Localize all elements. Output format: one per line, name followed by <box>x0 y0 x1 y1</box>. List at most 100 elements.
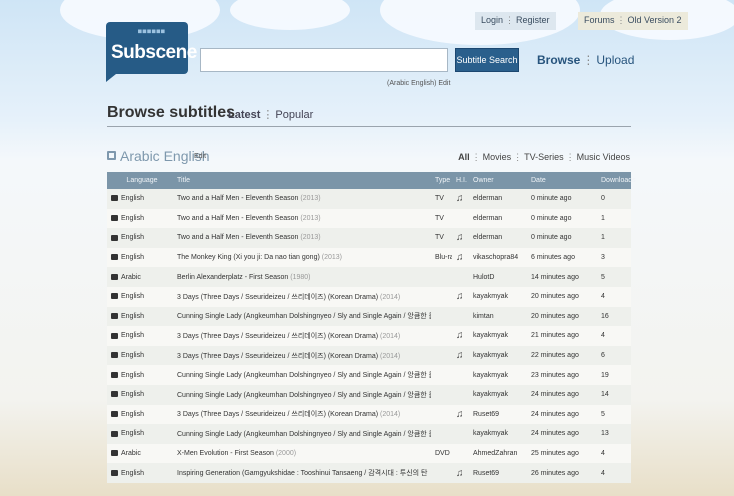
column-header[interactable]: Language <box>107 172 173 189</box>
owner-link[interactable]: AhmedZahran <box>469 443 527 464</box>
table-row[interactable]: English Cunning Single Lady (Angkeumhan D… <box>107 306 631 327</box>
login-link[interactable]: Login <box>481 15 503 25</box>
subtitle-search-button[interactable]: Subtitle Search <box>455 48 519 72</box>
title-cell[interactable]: Cunning Single Lady (Angkeumhan Dolshing… <box>173 365 431 385</box>
tab-latest[interactable]: Latest <box>228 109 260 121</box>
title-cell[interactable]: 3 Days (Three Days / Sseurideizeu / 쓰리데이… <box>173 345 431 366</box>
date-cell: 21 minutes ago <box>527 326 597 346</box>
section-edit-link[interactable]: Edit <box>194 153 206 160</box>
date-cell: 24 minutes ago <box>527 404 597 425</box>
table-row[interactable]: English 3 Days (Three Days / Sseurideizeu… <box>107 326 631 346</box>
language-cell: English <box>107 384 173 405</box>
logo-dots: ■■■■■■ <box>138 28 166 35</box>
title-cell[interactable]: 3 Days (Three Days / Sseurideizeu / 쓰리데이… <box>173 326 431 346</box>
table-row[interactable]: English Cunning Single Lady (Angkeumhan D… <box>107 384 631 405</box>
tab-popular[interactable]: Popular <box>275 109 313 121</box>
owner-link[interactable]: Ruset69 <box>469 463 527 483</box>
table-row[interactable]: English Cunning Single Lady (Angkeumhan D… <box>107 365 631 385</box>
subtitle-title-link[interactable]: Inspiring Generation (Gamgyukshidae : To… <box>177 470 428 477</box>
owner-link[interactable]: kimtan <box>469 306 527 327</box>
title-cell[interactable]: Two and a Half Men - Eleventh Season (20… <box>173 189 431 209</box>
table-row[interactable]: English 3 Days (Three Days / Sseurideizeu… <box>107 345 631 366</box>
hearing-impaired-icon <box>452 267 469 287</box>
owner-link[interactable]: elderman <box>469 189 527 209</box>
filter-tv-series[interactable]: TV-Series <box>524 152 564 162</box>
browse-link[interactable]: Browse <box>537 53 580 67</box>
column-header[interactable]: Downloads <box>597 172 636 189</box>
subtitle-title-link[interactable]: Two and a Half Men - Eleventh Season <box>177 234 298 241</box>
column-header[interactable]: Title <box>173 172 431 189</box>
title-cell[interactable]: Cunning Single Lady (Angkeumhan Dolshing… <box>173 424 431 444</box>
search-input[interactable] <box>200 48 448 72</box>
column-header[interactable]: Owner <box>469 172 527 189</box>
upload-link[interactable]: Upload <box>596 53 634 67</box>
owner-link[interactable]: kayakmyak <box>469 365 527 385</box>
table-row[interactable]: English Two and a Half Men - Eleventh Sea… <box>107 228 631 248</box>
table-row[interactable]: English Inspiring Generation (Gamgyukshid… <box>107 463 631 483</box>
owner-link[interactable]: Ruset69 <box>469 404 527 425</box>
subtitle-title-link[interactable]: Cunning Single Lady (Angkeumhan Dolshing… <box>177 392 431 399</box>
owner-link[interactable]: kayakmyak <box>469 424 527 444</box>
subtitle-title-link[interactable]: Berlin Alexanderplatz - First Season <box>177 274 288 281</box>
title-cell[interactable]: Cunning Single Lady (Angkeumhan Dolshing… <box>173 384 431 405</box>
owner-link[interactable]: elderman <box>469 228 527 248</box>
type-cell <box>431 306 452 327</box>
language-flag-icon <box>111 410 118 417</box>
title-cell[interactable]: 3 Days (Three Days / Sseurideizeu / 쓰리데이… <box>173 404 431 425</box>
language-cell: English <box>107 306 173 327</box>
owner-link[interactable]: vikaschopra84 <box>469 247 527 268</box>
subtitle-title-link[interactable]: 3 Days (Three Days / Sseurideizeu / 쓰리데이… <box>177 333 378 340</box>
title-cell[interactable]: Berlin Alexanderplatz - First Season (19… <box>173 267 431 287</box>
subtitle-title-link[interactable]: Cunning Single Lady (Angkeumhan Dolshing… <box>177 431 431 438</box>
table-row[interactable]: English Two and a Half Men - Eleventh Sea… <box>107 208 631 229</box>
subtitle-title-link[interactable]: 3 Days (Three Days / Sseurideizeu / 쓰리데이… <box>177 353 378 360</box>
hearing-impaired-icon: ♫ <box>452 189 469 209</box>
language-cell: English <box>107 365 173 385</box>
table-row[interactable]: English Two and a Half Men - Eleventh Sea… <box>107 189 631 209</box>
owner-link[interactable]: kayakmyak <box>469 345 527 366</box>
register-link[interactable]: Register <box>516 15 550 25</box>
hearing-impaired-icon: ♫ <box>452 286 469 307</box>
language-label: Arabic <box>121 273 141 281</box>
subtitle-title-link[interactable]: Cunning Single Lady (Angkeumhan Dolshing… <box>177 313 431 320</box>
owner-link[interactable]: HulotD <box>469 267 527 287</box>
subtitle-title-link[interactable]: The Monkey King (Xi you ji: Da nao tian … <box>177 254 320 261</box>
title-cell[interactable]: X-Men Evolution - First Season (2000) <box>173 443 431 464</box>
owner-link[interactable]: kayakmyak <box>469 384 527 405</box>
table-row[interactable]: Arabic Berlin Alexanderplatz - First Seas… <box>107 267 631 287</box>
column-header[interactable]: Type <box>431 172 452 189</box>
type-cell <box>431 463 452 483</box>
title-cell[interactable]: The Monkey King (Xi you ji: Da nao tian … <box>173 247 431 268</box>
table-row[interactable]: English 3 Days (Three Days / Sseurideizeu… <box>107 286 631 307</box>
owner-link[interactable]: kayakmyak <box>469 286 527 307</box>
table-row[interactable]: English Cunning Single Lady (Angkeumhan D… <box>107 424 631 444</box>
forums-link[interactable]: Forums <box>584 15 615 25</box>
subtitle-title-link[interactable]: Two and a Half Men - Eleventh Season <box>177 215 298 222</box>
owner-link[interactable]: kayakmyak <box>469 326 527 346</box>
filter-music-videos[interactable]: Music Videos <box>577 152 630 162</box>
filter-movies[interactable]: Movies <box>483 152 512 162</box>
title-cell[interactable]: Two and a Half Men - Eleventh Season (20… <box>173 228 431 248</box>
column-header[interactable]: Date <box>527 172 597 189</box>
date-cell: 23 minutes ago <box>527 365 597 385</box>
downloads-cell: 14 <box>597 384 631 405</box>
subtitle-title-link[interactable]: Cunning Single Lady (Angkeumhan Dolshing… <box>177 372 431 379</box>
title-cell[interactable]: Inspiring Generation (Gamgyukshidae : To… <box>173 463 431 483</box>
subtitle-title-link[interactable]: X-Men Evolution - First Season <box>177 450 274 457</box>
downloads-cell: 5 <box>597 267 631 287</box>
title-cell[interactable]: Cunning Single Lady (Angkeumhan Dolshing… <box>173 306 431 327</box>
table-row[interactable]: Arabic X-Men Evolution - First Season (20… <box>107 443 631 464</box>
table-row[interactable]: English 3 Days (Three Days / Sseurideizeu… <box>107 404 631 425</box>
subtitle-title-link[interactable]: Two and a Half Men - Eleventh Season <box>177 195 298 202</box>
old-version-link[interactable]: Old Version 2 <box>628 15 682 25</box>
language-filter-hint[interactable]: (Arabic English) Edit <box>387 80 450 87</box>
column-header[interactable]: H.I. <box>452 172 469 189</box>
title-cell[interactable]: 3 Days (Three Days / Sseurideizeu / 쓰리데이… <box>173 286 431 307</box>
title-cell[interactable]: Two and a Half Men - Eleventh Season (20… <box>173 208 431 229</box>
filter-all[interactable]: All <box>458 152 470 162</box>
owner-link[interactable]: elderman <box>469 208 527 229</box>
subscene-logo[interactable]: ■■■■■■ Subscene <box>106 22 197 82</box>
subtitle-title-link[interactable]: 3 Days (Three Days / Sseurideizeu / 쓰리데이… <box>177 294 378 301</box>
table-row[interactable]: English The Monkey King (Xi you ji: Da na… <box>107 247 631 268</box>
subtitle-title-link[interactable]: 3 Days (Three Days / Sseurideizeu / 쓰리데이… <box>177 411 378 418</box>
